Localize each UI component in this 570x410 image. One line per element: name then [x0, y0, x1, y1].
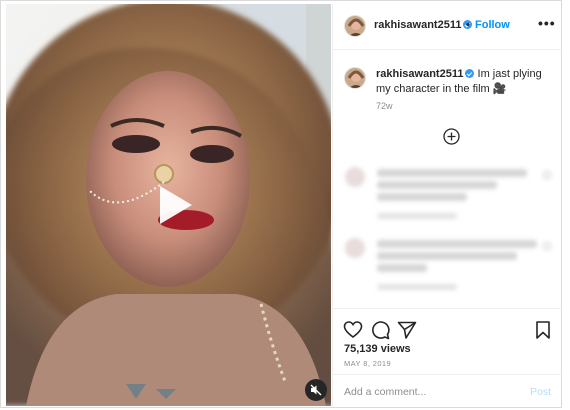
comment-input[interactable]: [344, 384, 514, 400]
post-date: MAY 8, 2019: [344, 359, 392, 368]
mute-button[interactable]: [305, 379, 327, 401]
paper-plane-icon[interactable]: [397, 320, 417, 340]
follow-button[interactable]: Follow: [475, 19, 510, 31]
blurred-comment: [333, 167, 563, 237]
post-side-panel: rakhisawant2511 • Follow ••• rakhisawant…: [332, 4, 563, 406]
post-age[interactable]: 72w: [376, 101, 393, 111]
post-caption: rakhisawant2511 Im jast plying my charac…: [376, 67, 551, 97]
caption-username[interactable]: rakhisawant2511: [376, 68, 463, 80]
muted-speaker-icon: [310, 384, 322, 396]
post-header: rakhisawant2511 • Follow •••: [333, 4, 563, 50]
post-video[interactable]: [6, 4, 331, 406]
caption-avatar[interactable]: [344, 67, 366, 89]
heart-icon[interactable]: [343, 320, 363, 340]
post-comment-button[interactable]: Post: [530, 386, 551, 398]
comment-bubble-icon[interactable]: [370, 320, 390, 340]
add-comment-bar: Post: [333, 374, 563, 407]
play-icon[interactable]: [148, 180, 198, 230]
more-options-button[interactable]: •••: [538, 15, 556, 31]
blurred-comment: [333, 238, 563, 308]
avatar[interactable]: [344, 15, 366, 37]
heart-icon: [543, 171, 551, 179]
bookmark-icon[interactable]: [533, 320, 553, 340]
avatar: [345, 167, 365, 187]
post-actions: 75,139 views MAY 8, 2019 Post: [333, 308, 563, 406]
separator-dot: •: [466, 19, 470, 31]
plus-circle-icon[interactable]: [443, 128, 460, 145]
verified-badge-icon: [465, 69, 475, 78]
view-count[interactable]: 75,139 views: [344, 343, 411, 355]
post-modal: rakhisawant2511 • Follow ••• rakhisawant…: [0, 0, 563, 408]
avatar: [345, 238, 365, 258]
post-username[interactable]: rakhisawant2511: [374, 19, 473, 31]
heart-icon: [543, 242, 551, 250]
